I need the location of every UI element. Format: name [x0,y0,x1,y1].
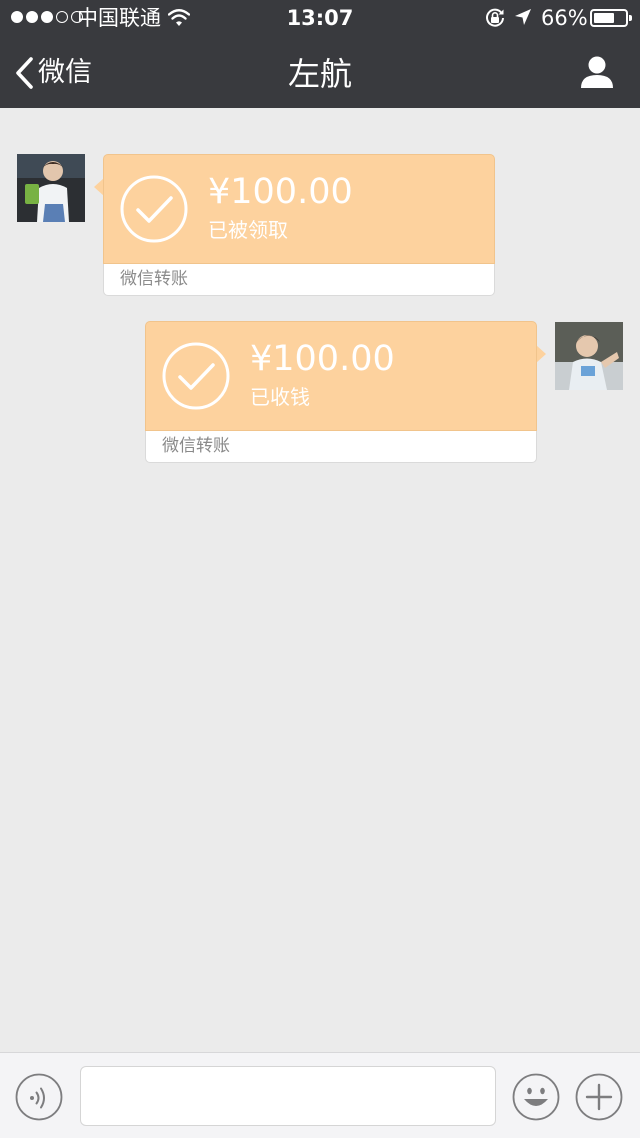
transfer-card: ¥100.00 已收钱 [145,321,537,431]
top-bar: 中国联通 13:07 66% 微信 左航 [0,0,640,108]
location-arrow-icon [515,9,531,25]
emoji-button[interactable] [512,1073,560,1121]
status-bar: 中国联通 13:07 66% [0,0,640,36]
voice-button[interactable] [15,1073,63,1121]
emoji-icon [512,1073,560,1121]
chat-title: 左航 [287,55,352,93]
avatar-photo [555,322,623,390]
transfer-amount: ¥100.00 [250,339,395,379]
chat-area[interactable]: ¥100.00 已被领取 微信转账 ¥100.00 已收钱 微信转账 [0,108,640,1052]
check-circle-icon [162,342,230,410]
message-input[interactable] [80,1066,496,1126]
navigation-bar: 微信 左航 [0,36,640,108]
input-bar [0,1052,640,1138]
transfer-type-label: 微信转账 [120,269,188,289]
plus-icon [575,1073,623,1121]
battery-level-fill [594,13,614,23]
battery-icon [590,9,632,27]
my-avatar[interactable] [555,322,623,390]
transfer-message[interactable]: ¥100.00 已收钱 微信转账 [145,321,546,463]
transfer-footer: 微信转账 [145,431,537,463]
rotation-lock-icon [486,8,504,27]
battery-nub [629,15,632,21]
transfer-type-label: 微信转账 [162,436,230,456]
voice-icon [15,1073,63,1121]
check-circle-icon [120,175,188,243]
transfer-message[interactable]: ¥100.00 已被领取 微信转账 [94,154,495,296]
transfer-footer: 微信转账 [103,264,495,296]
person-icon[interactable] [579,54,615,90]
transfer-status: 已被领取 [208,218,288,242]
transfer-amount: ¥100.00 [208,172,353,212]
transfer-status: 已收钱 [250,385,310,409]
more-button[interactable] [575,1073,623,1121]
battery-percentage: 66% [541,6,588,30]
contact-avatar[interactable] [17,154,85,222]
bubble-tail [536,345,546,363]
transfer-card: ¥100.00 已被领取 [103,154,495,264]
avatar-photo [17,154,85,222]
